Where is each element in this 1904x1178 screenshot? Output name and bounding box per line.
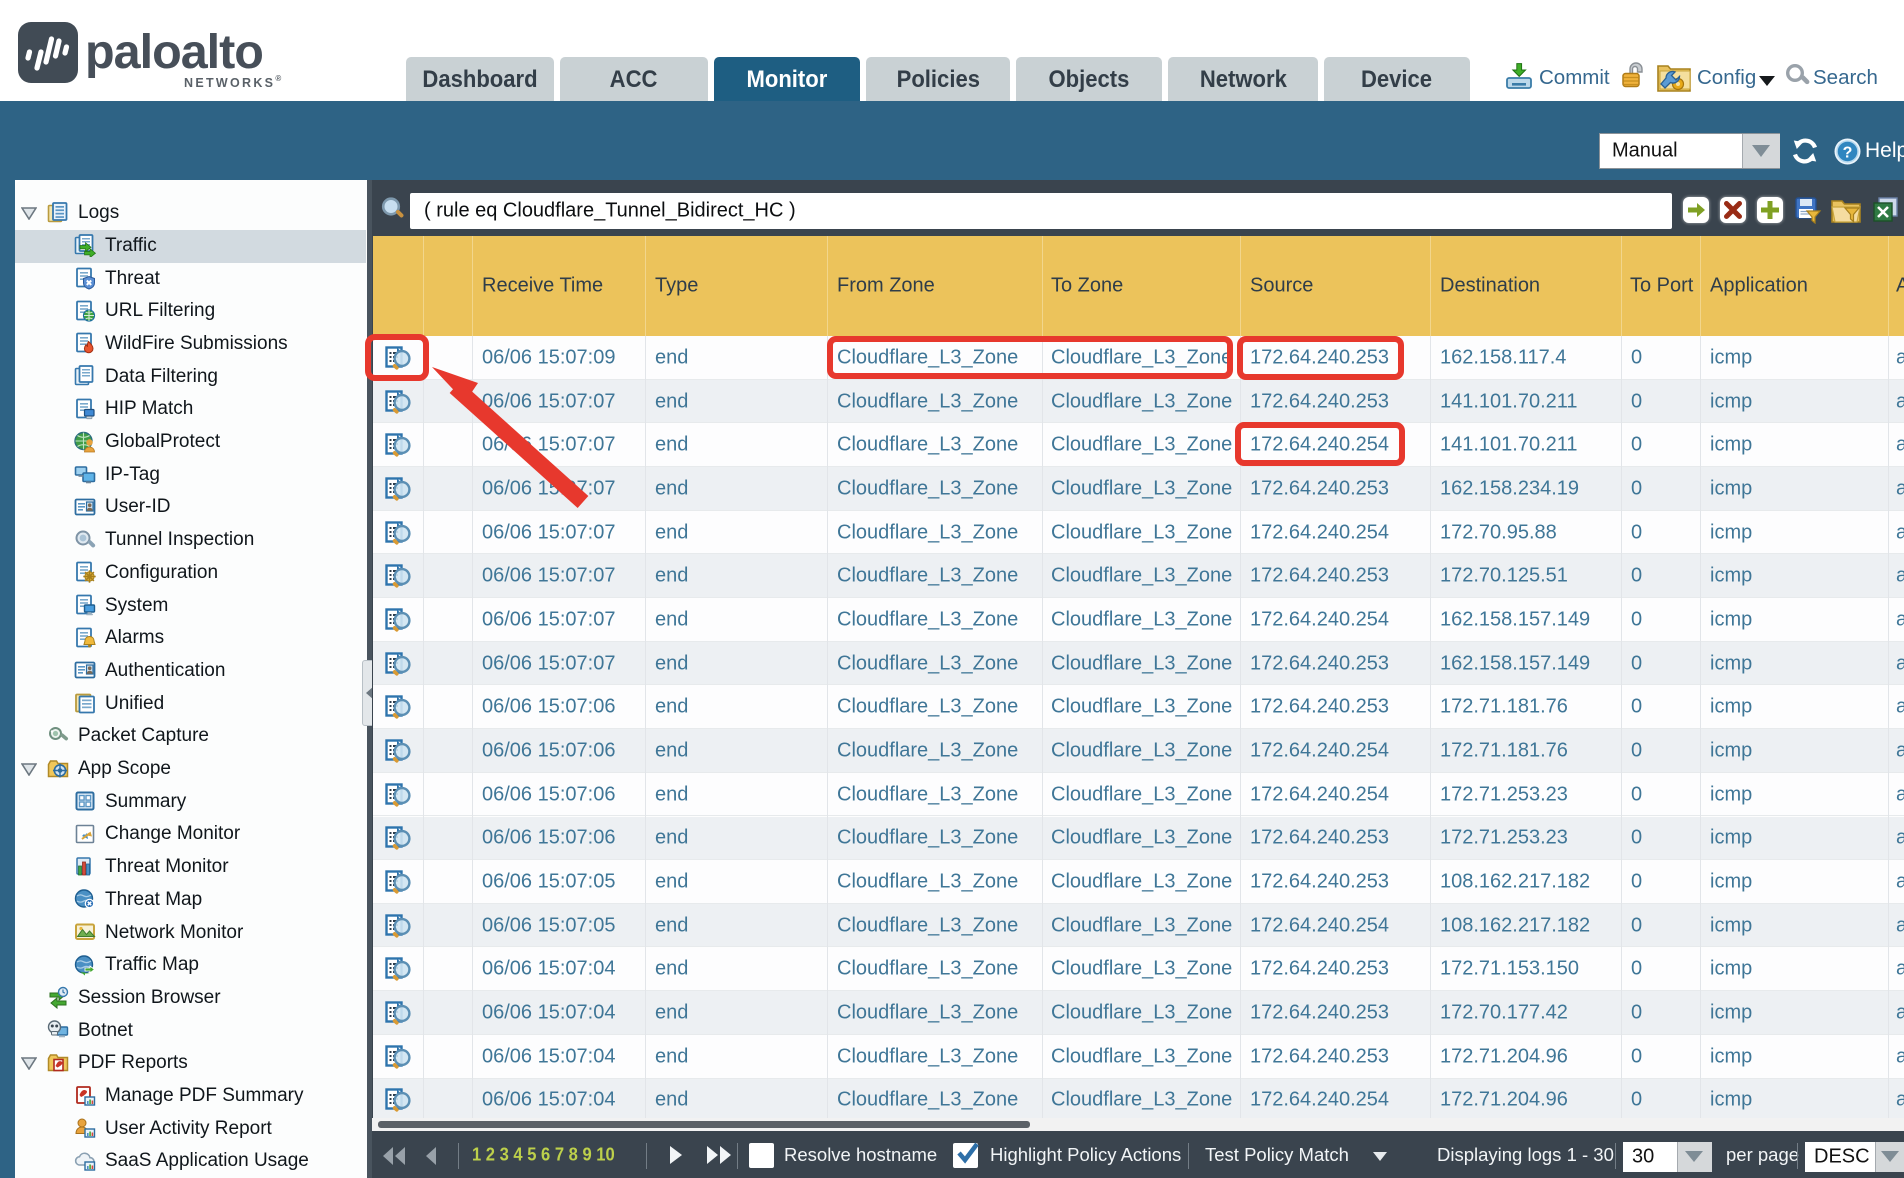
svg-text:?: ? xyxy=(1843,145,1853,162)
